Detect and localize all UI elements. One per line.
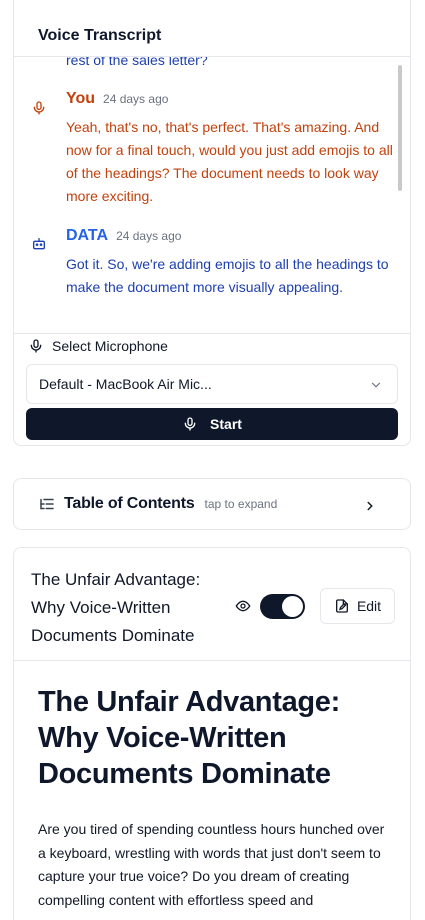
microphone-select[interactable]: Default - MacBook Air Mic...: [26, 364, 398, 404]
transcript-title: Voice Transcript: [38, 27, 162, 44]
chevron-right-icon[interactable]: [363, 499, 377, 513]
microphone-icon: [33, 101, 45, 115]
speaker-name: You: [66, 90, 96, 107]
eye-icon: [235, 600, 251, 612]
partial-message-text: rest of the sales letter?: [66, 57, 208, 68]
divider: [14, 660, 410, 661]
toc-header: Table of Contents tap to expand: [38, 495, 277, 513]
file-edit-icon: [335, 599, 348, 613]
transcript-scroll-area[interactable]: rest of the sales letter? You 24 days ag…: [14, 57, 410, 333]
document-title: The Unfair Advantage: Why Voice-Written …: [31, 570, 201, 645]
toggle-knob: [282, 596, 303, 617]
chevron-down-icon: [371, 382, 381, 388]
message-header: DATA 24 days ago: [66, 227, 181, 245]
bot-icon: [33, 238, 45, 250]
document-card: The Unfair Advantage: Why Voice-Written …: [13, 547, 411, 920]
document-paragraph: Are you tired of spending countless hour…: [38, 821, 385, 908]
voice-transcript-card: Voice Transcript rest of the sales lette…: [13, 0, 411, 446]
toc-title: Table of Contents: [64, 495, 195, 512]
preview-toggle[interactable]: [260, 594, 305, 619]
list-tree-icon: [40, 498, 54, 510]
table-of-contents-card[interactable]: Table of Contents tap to expand: [13, 478, 411, 530]
start-button[interactable]: Start: [26, 408, 398, 440]
message-time: 24 days ago: [103, 92, 169, 106]
mic-label-row: Select Microphone: [28, 338, 168, 354]
document-heading: The Unfair Advantage: Why Voice-Written …: [38, 686, 340, 790]
toc-hint: tap to expand: [204, 497, 278, 511]
mic-label: Select Microphone: [52, 338, 168, 354]
edit-button-label: Edit: [356, 598, 382, 614]
microphone-select-value: Default - MacBook Air Mic...: [39, 376, 212, 392]
scrollbar-thumb[interactable]: [398, 65, 402, 191]
microphone-icon: [30, 339, 42, 353]
message-header: You 24 days ago: [66, 90, 168, 108]
divider: [14, 333, 410, 334]
microphone-icon: [184, 417, 196, 431]
edit-button[interactable]: Edit: [320, 588, 395, 624]
message-text: Yeah, that's no, that's perfect. That's …: [66, 119, 393, 204]
message-time: 24 days ago: [116, 229, 182, 243]
start-button-label: Start: [210, 416, 242, 432]
message-text: Got it. So, we're adding emojis to all t…: [66, 256, 389, 295]
speaker-name: DATA: [66, 227, 109, 244]
